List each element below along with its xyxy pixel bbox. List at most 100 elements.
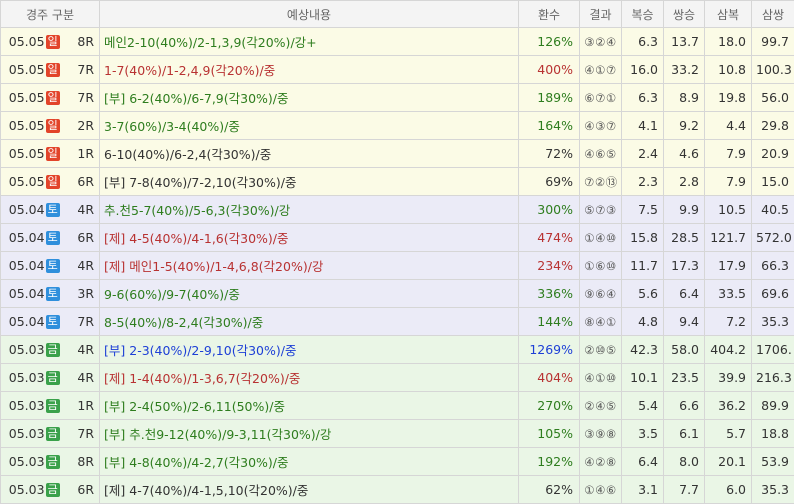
date-text: 05.05: [9, 118, 45, 133]
race-date: 05.05일: [1, 56, 66, 84]
ssangseung-odds: 8.9: [664, 84, 705, 112]
sambok-odds: 39.9: [705, 364, 752, 392]
return-rate: 62%: [519, 476, 580, 504]
prediction-content[interactable]: [제] 1-4(40%)/1-3,6,7(각20%)/중: [100, 364, 519, 392]
race-number: 7R: [66, 56, 100, 84]
sambok-odds: 7.2: [705, 308, 752, 336]
table-row[interactable]: 05.04토3R9-6(60%)/9-7(40%)/중336%⑨⑥④5.66.4…: [1, 280, 794, 308]
prediction-content[interactable]: 6-10(40%)/6-2,4(각30%)/중: [100, 140, 519, 168]
prediction-content[interactable]: 8-5(40%)/8-2,4(각30%)/중: [100, 308, 519, 336]
sambok-odds: 10.8: [705, 56, 752, 84]
table-row[interactable]: 05.05일7R1-7(40%)/1-2,4,9(각20%)/중400%④①⑦1…: [1, 56, 794, 84]
table-row[interactable]: 05.05일1R6-10(40%)/6-2,4(각30%)/중72%④⑥⑤2.4…: [1, 140, 794, 168]
prediction-content[interactable]: 1-7(40%)/1-2,4,9(각20%)/중: [100, 56, 519, 84]
return-rate: 270%: [519, 392, 580, 420]
date-text: 05.03: [9, 398, 45, 413]
prediction-content[interactable]: 추.천5-7(40%)/5-6,3(각30%)/강: [100, 196, 519, 224]
race-result: ①④⑩: [580, 224, 622, 252]
ssangseung-odds: 23.5: [664, 364, 705, 392]
race-date: 05.05일: [1, 140, 66, 168]
table-row[interactable]: 05.04토6R[제] 4-5(40%)/4-1,6(각30%)/중474%①④…: [1, 224, 794, 252]
header-bokseung[interactable]: 복승: [622, 1, 664, 28]
table-row[interactable]: 05.03금4R[제] 1-4(40%)/1-3,6,7(각20%)/중404%…: [1, 364, 794, 392]
table-body: 05.05일8R메인2-10(40%)/2-1,3,9(각20%)/강+126%…: [1, 28, 794, 504]
ssangseung-odds: 13.7: [664, 28, 705, 56]
prediction-content[interactable]: [제] 4-5(40%)/4-1,6(각30%)/중: [100, 224, 519, 252]
table-row[interactable]: 05.05일7R[부] 6-2(40%)/6-7,9(각30%)/중189%⑥⑦…: [1, 84, 794, 112]
sambok-odds: 18.0: [705, 28, 752, 56]
return-rate: 234%: [519, 252, 580, 280]
weekday-badge: 일: [46, 91, 60, 105]
prediction-content[interactable]: [제] 4-7(40%)/4-1,5,10(각20%)/중: [100, 476, 519, 504]
table-row[interactable]: 05.05일6R[부] 7-8(40%)/7-2,10(각30%)/중69%⑦②…: [1, 168, 794, 196]
race-date: 05.05일: [1, 84, 66, 112]
prediction-content[interactable]: [부] 2-4(50%)/2-6,11(50%)/중: [100, 392, 519, 420]
prediction-content[interactable]: [부] 4-8(40%)/4-2,7(각30%)/중: [100, 448, 519, 476]
ssangseung-odds: 7.7: [664, 476, 705, 504]
return-rate: 336%: [519, 280, 580, 308]
race-result: ④⑥⑤: [580, 140, 622, 168]
table-row[interactable]: 05.03금1R[부] 2-4(50%)/2-6,11(50%)/중270%②④…: [1, 392, 794, 420]
date-text: 05.05: [9, 174, 45, 189]
table-row[interactable]: 05.03금8R[부] 4-8(40%)/4-2,7(각30%)/중192%④②…: [1, 448, 794, 476]
date-text: 05.05: [9, 62, 45, 77]
prediction-content[interactable]: [부] 6-2(40%)/6-7,9(각30%)/중: [100, 84, 519, 112]
weekday-badge: 금: [46, 427, 60, 441]
samssang-odds: 216.3: [752, 364, 794, 392]
return-rate: 69%: [519, 168, 580, 196]
prediction-content[interactable]: [부] 7-8(40%)/7-2,10(각30%)/중: [100, 168, 519, 196]
ssangseung-odds: 58.0: [664, 336, 705, 364]
header-sambok[interactable]: 삼복: [705, 1, 752, 28]
date-text: 05.03: [9, 342, 45, 357]
race-number: 1R: [66, 392, 100, 420]
date-text: 05.03: [9, 426, 45, 441]
weekday-badge: 토: [46, 231, 60, 245]
weekday-badge: 토: [46, 203, 60, 217]
table-row[interactable]: 05.03금4R[부] 2-3(40%)/2-9,10(각30%)/중1269%…: [1, 336, 794, 364]
prediction-content[interactable]: 9-6(60%)/9-7(40%)/중: [100, 280, 519, 308]
ssangseung-odds: 9.9: [664, 196, 705, 224]
prediction-content[interactable]: [제] 메인1-5(40%)/1-4,6,8(각20%)/강: [100, 252, 519, 280]
prediction-content[interactable]: [부] 추.천9-12(40%)/9-3,11(각30%)/강: [100, 420, 519, 448]
race-date: 05.05일: [1, 28, 66, 56]
race-number: 7R: [66, 308, 100, 336]
weekday-badge: 일: [46, 119, 60, 133]
table-row[interactable]: 05.05일2R3-7(60%)/3-4(40%)/중164%④③⑦4.19.2…: [1, 112, 794, 140]
ssangseung-odds: 2.8: [664, 168, 705, 196]
ssangseung-odds: 17.3: [664, 252, 705, 280]
table-row[interactable]: 05.04토7R8-5(40%)/8-2,4(각30%)/중144%⑧④①4.8…: [1, 308, 794, 336]
return-rate: 300%: [519, 196, 580, 224]
prediction-content[interactable]: 메인2-10(40%)/2-1,3,9(각20%)/강+: [100, 28, 519, 56]
race-date: 05.05일: [1, 168, 66, 196]
header-result[interactable]: 결과: [580, 1, 622, 28]
return-rate: 189%: [519, 84, 580, 112]
race-number: 2R: [66, 112, 100, 140]
table-row[interactable]: 05.04토4R[제] 메인1-5(40%)/1-4,6,8(각20%)/강23…: [1, 252, 794, 280]
header-content[interactable]: 예상내용: [100, 1, 519, 28]
bokseung-odds: 6.3: [622, 28, 664, 56]
race-number: 4R: [66, 336, 100, 364]
weekday-badge: 일: [46, 147, 60, 161]
prediction-content[interactable]: [부] 2-3(40%)/2-9,10(각30%)/중: [100, 336, 519, 364]
table-row[interactable]: 05.04토4R추.천5-7(40%)/5-6,3(각30%)/강300%⑤⑦③…: [1, 196, 794, 224]
sambok-odds: 7.9: [705, 168, 752, 196]
header-race[interactable]: 경주 구분: [1, 1, 100, 28]
table-row[interactable]: 05.05일8R메인2-10(40%)/2-1,3,9(각20%)/강+126%…: [1, 28, 794, 56]
header-samssang[interactable]: 삼쌍: [752, 1, 794, 28]
header-return[interactable]: 환수: [519, 1, 580, 28]
race-number: 3R: [66, 280, 100, 308]
race-date: 05.04토: [1, 280, 66, 308]
race-result: ①⑥⑩: [580, 252, 622, 280]
table-row[interactable]: 05.03금7R[부] 추.천9-12(40%)/9-3,11(각30%)/강1…: [1, 420, 794, 448]
table-row[interactable]: 05.03금6R[제] 4-7(40%)/4-1,5,10(각20%)/중62%…: [1, 476, 794, 504]
race-result: ①④⑥: [580, 476, 622, 504]
return-rate: 144%: [519, 308, 580, 336]
race-result: ⑤⑦③: [580, 196, 622, 224]
race-result: ④①⑩: [580, 364, 622, 392]
sambok-odds: 19.8: [705, 84, 752, 112]
race-date: 05.03금: [1, 336, 66, 364]
header-ssangseung[interactable]: 쌍승: [664, 1, 705, 28]
prediction-content[interactable]: 3-7(60%)/3-4(40%)/중: [100, 112, 519, 140]
date-text: 05.04: [9, 286, 45, 301]
bokseung-odds: 2.4: [622, 140, 664, 168]
